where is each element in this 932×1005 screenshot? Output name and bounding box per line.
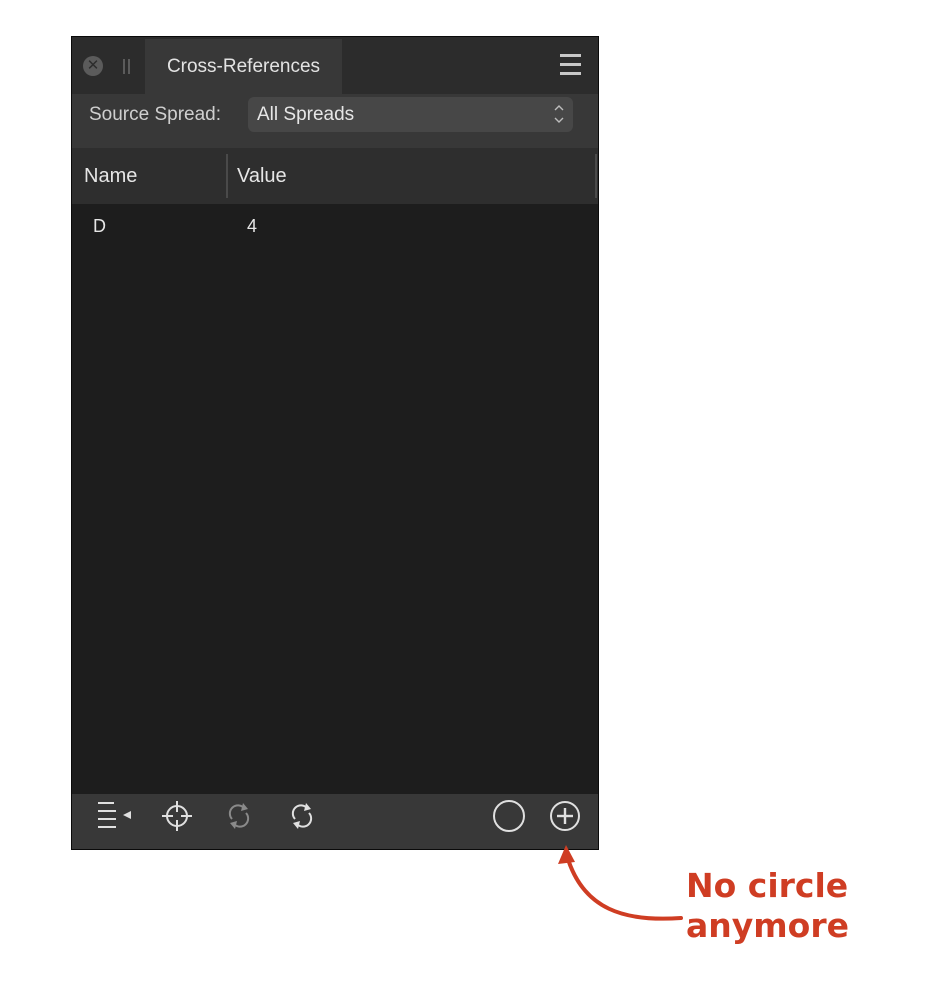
circle-icon[interactable] (491, 794, 527, 840)
table-row[interactable]: D 4 (72, 204, 598, 248)
bottom-toolbar (72, 794, 598, 849)
cell-name: D (93, 216, 106, 236)
refresh-disabled-icon[interactable] (224, 794, 254, 840)
tab-cross-references[interactable]: Cross-References (145, 39, 342, 94)
close-icon[interactable]: ✕ (83, 56, 103, 76)
page: ✕ Cross-References Source Spread: All Sp… (0, 0, 932, 1005)
source-spread-value: All Spreads (257, 104, 355, 125)
hamburger-menu-icon[interactable] (560, 54, 582, 75)
annotation-arrow-icon (558, 845, 683, 921)
chevron-updown-icon (554, 105, 564, 123)
tab-title: Cross-References (166, 56, 321, 77)
grip-icon[interactable] (123, 59, 131, 74)
add-circle-icon[interactable] (548, 794, 582, 840)
source-spread-row: Source Spread: All Spreads (72, 94, 598, 148)
column-divider[interactable] (226, 154, 228, 198)
annotation-line-1: No circle (686, 866, 849, 905)
cross-references-panel: ✕ Cross-References Source Spread: All Sp… (71, 36, 599, 850)
crosshair-icon[interactable] (160, 794, 194, 840)
refresh-icon[interactable] (287, 794, 317, 840)
source-spread-label: Source Spread: (89, 104, 222, 125)
column-header-value[interactable]: Value (237, 148, 287, 204)
column-header-name[interactable]: Name (84, 148, 137, 204)
tab-bar: ✕ Cross-References (72, 37, 598, 94)
cell-value: 4 (247, 216, 258, 236)
insert-list-icon[interactable] (94, 794, 134, 840)
source-spread-select[interactable]: All Spreads (248, 97, 573, 132)
annotation-text: No circle anymore (686, 866, 849, 946)
table-header: Name Value (72, 148, 598, 204)
column-divider[interactable] (595, 154, 597, 198)
annotation-line-2: anymore (686, 906, 849, 945)
